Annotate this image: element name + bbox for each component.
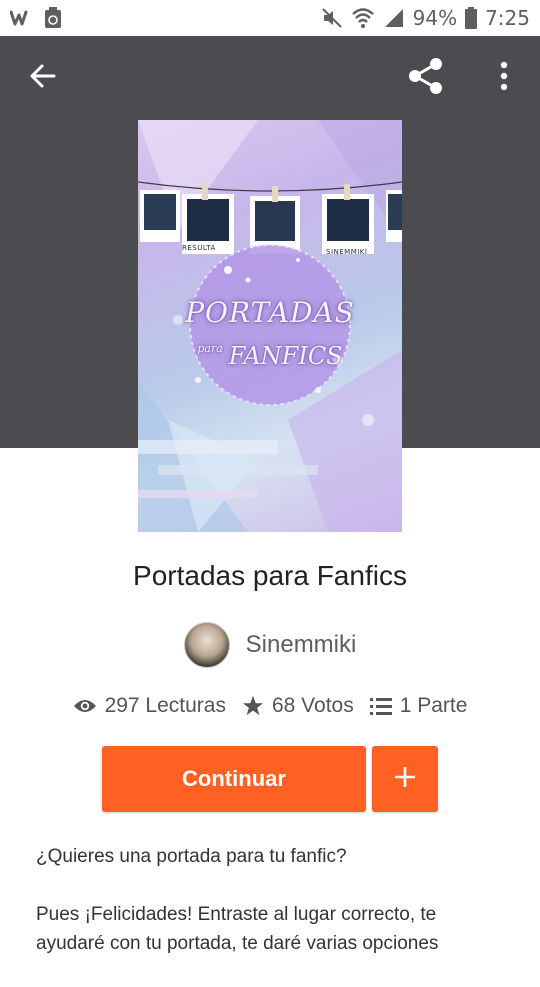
photo-label-left: RESULTA — [182, 244, 216, 252]
votes-stat: 68 Votos — [242, 694, 354, 718]
toolbar — [0, 36, 540, 120]
signal-icon — [383, 8, 405, 28]
avatar[interactable] — [183, 622, 230, 668]
reads-stat: 297 Lecturas — [73, 694, 226, 718]
description-line-1: ¿Quieres una portada para tu fanfic? — [36, 846, 347, 867]
list-icon — [369, 697, 392, 715]
share-icon — [406, 56, 446, 101]
share-button[interactable] — [404, 56, 448, 100]
star-icon — [242, 695, 264, 717]
wattpad-icon — [10, 9, 34, 27]
mute-icon — [321, 7, 343, 29]
story-title: Portadas para Fanfics — [133, 560, 407, 591]
cover-subtitle-small: para — [197, 342, 223, 355]
more-vert-icon — [499, 61, 509, 96]
arrow-back-icon — [28, 62, 56, 95]
reads-count: 297 Lecturas — [104, 694, 226, 717]
story-stats: 297 Lecturas 68 Votos 1 Parte — [0, 694, 540, 718]
author-name[interactable]: Sinemmiki — [246, 631, 357, 659]
eye-icon — [73, 697, 97, 715]
more-options-button[interactable] — [482, 56, 526, 100]
author-row[interactable]: Sinemmiki — [0, 622, 540, 668]
recycle-icon — [44, 7, 62, 29]
add-to-library-button[interactable] — [372, 746, 438, 812]
clock: 7:25 — [485, 6, 530, 30]
cover-subtitle-main: FANFICS — [228, 342, 343, 370]
battery-percent: 94% — [412, 6, 458, 30]
photo-label-right: SINEMMIKI — [326, 248, 368, 256]
votes-count: 68 Votos — [271, 694, 354, 717]
status-bar: 94% 7:25 — [0, 0, 540, 36]
back-button[interactable] — [20, 56, 64, 100]
parts-stat: 1 Parte — [369, 694, 468, 718]
battery-icon — [465, 7, 478, 29]
cover-title: PORTADAS — [185, 296, 355, 329]
continue-button[interactable]: Continuar — [102, 746, 366, 812]
description-line-2: Pues ¡Felicidades! Entraste al lugar cor… — [36, 904, 439, 954]
plus-icon — [394, 766, 416, 793]
parts-count: 1 Parte — [399, 694, 468, 717]
story-cover[interactable]: RESULTA SINEMMIKI PORTADAS para FANFICS — [138, 120, 402, 532]
story-description: ¿Quieres una portada para tu fanfic? Pue… — [36, 842, 506, 987]
cover-subtitle: para FANFICS — [138, 342, 402, 370]
wifi-icon — [351, 7, 375, 29]
